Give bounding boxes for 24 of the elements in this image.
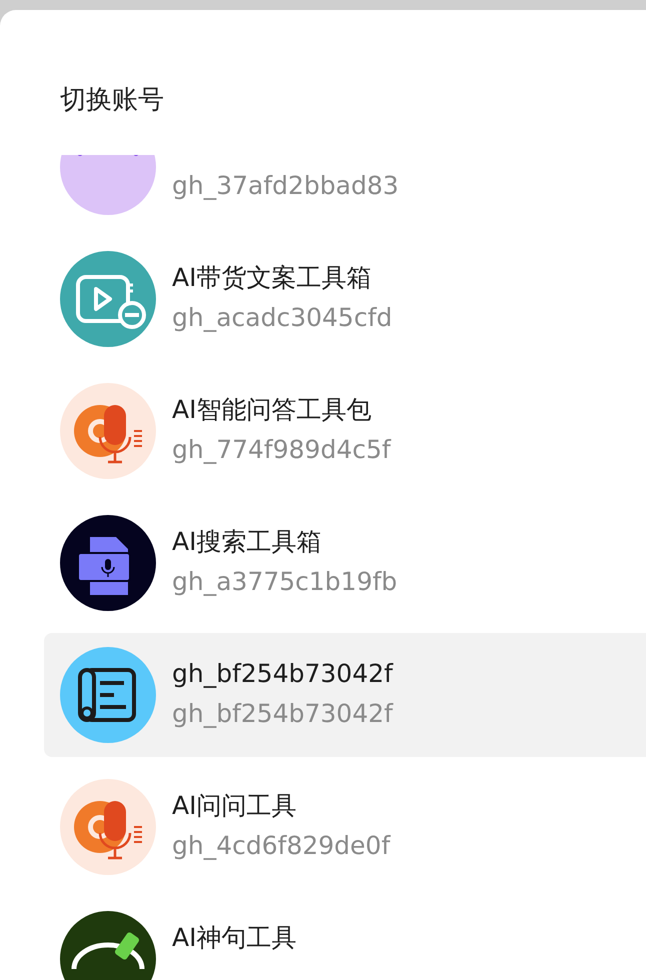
account-item[interactable]: AI智能问答工具包 gh_774f989d4c5f [44,369,646,493]
account-id: gh_bf254b73042f [172,698,393,730]
account-name: AI神句工具 [172,924,296,952]
account-item[interactable]: AI神句工具 [44,897,646,980]
account-id: gh_774f989d4c5f [172,434,391,466]
account-name: AI智能问答工具包 [172,396,372,424]
microphone-icon [60,383,156,479]
microphone-icon [60,779,156,875]
account-item[interactable]: AI搜索工具箱 gh_a3775c1b19fb [44,501,646,625]
document-icon [60,515,156,611]
account-id: gh_a3775c1b19fb [172,566,398,598]
account-id: gh_37afd2bbad83 [172,170,399,202]
scroll-icon [60,647,156,743]
video-icon [60,251,156,347]
account-item[interactable]: AI带货文案工具箱 gh_acadc3045cfd [44,237,646,361]
account-item[interactable]: AI问问工具 gh_4cd6f829de0f [44,765,646,889]
account-name: AI问问工具 [172,792,298,820]
account-name: AI带货文案工具箱 [172,264,372,292]
dialog-title: 切换账号 [60,85,164,115]
account-id: gh_acadc3045cfd [172,302,392,334]
account-item[interactable]: gh_bf254b73042f gh_bf254b73042f [44,633,646,757]
account-id: gh_4cd6f829de0f [172,830,390,862]
account-name: AI搜索工具箱 [172,528,322,556]
account-name: gh_bf254b73042f [172,660,393,688]
